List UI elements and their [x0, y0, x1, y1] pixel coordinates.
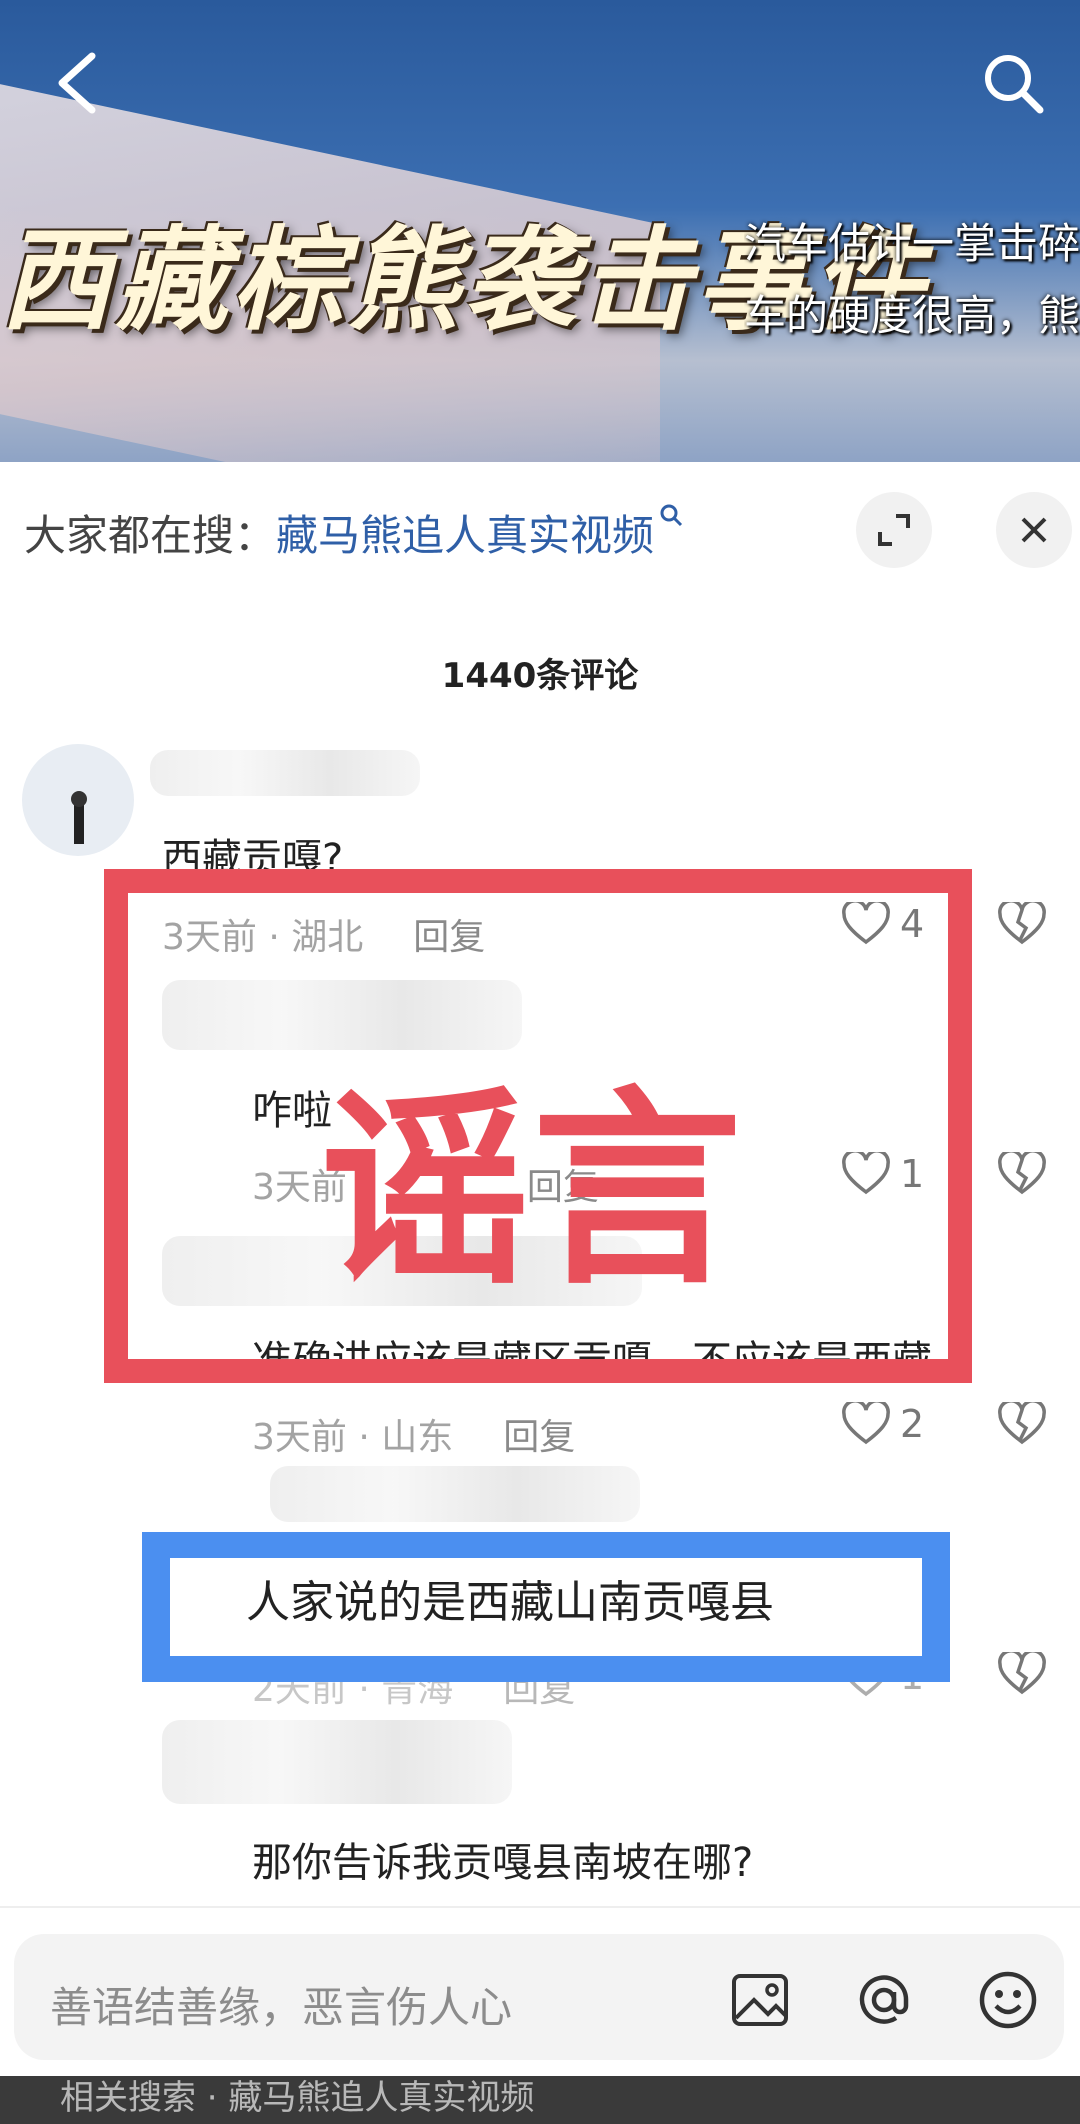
close-icon — [1021, 517, 1047, 543]
dislike-heart-icon[interactable] — [998, 1152, 1046, 1196]
close-button[interactable] — [996, 492, 1072, 568]
hot-search-bar[interactable]: 大家都在搜：藏马熊追人真实视频 — [24, 502, 684, 563]
related-search-strip[interactable]: 相关搜索 · 藏马熊追人真实视频 — [0, 2076, 1080, 2124]
comment-time: 3天前 — [252, 1417, 347, 1458]
small-search-icon — [660, 504, 683, 527]
highlight-box: 人家说的是西藏山南贡嘎县 — [142, 1532, 950, 1682]
search-icon[interactable] — [978, 48, 1050, 120]
comment-text: 那你告诉我贡嘎县南坡在哪? — [252, 1840, 754, 1886]
at-mention-icon[interactable] — [852, 1968, 916, 2032]
video-subtitle-line1: 汽车估计一掌击碎 — [743, 219, 1080, 268]
expand-button[interactable] — [856, 492, 932, 568]
comment-input-bar: 善语结善缘，恶言伤人心 — [0, 1906, 1080, 2078]
like-count: 2 — [900, 1402, 925, 1446]
video-player[interactable]: 西藏棕熊袭击事件 汽车估计一掌击碎 车的硬度很高，熊 — [0, 0, 1080, 462]
comment-meta: 3天前 · 山东 回复 — [252, 1417, 576, 1458]
like-button[interactable]: 2 — [842, 1402, 924, 1446]
emoji-icon[interactable] — [976, 1968, 1040, 2032]
expand-icon — [878, 514, 910, 546]
hot-search-label: 大家都在搜： — [24, 511, 277, 560]
dislike-heart-icon[interactable] — [998, 902, 1046, 946]
reply-button[interactable]: 回复 — [503, 1417, 575, 1458]
related-search-text: 相关搜索 · 藏马熊追人真实视频 — [60, 2078, 535, 2118]
blurred-username — [150, 750, 420, 796]
comment-input[interactable]: 善语结善缘，恶言伤人心 — [14, 1934, 1064, 2060]
comment-count: 1440条评论 — [441, 656, 639, 696]
heart-icon — [842, 1402, 890, 1445]
blurred-username — [270, 1466, 640, 1522]
comment-input-placeholder: 善语结善缘，恶言伤人心 — [50, 1983, 513, 2032]
rumor-stamp: 谣言 — [320, 1068, 745, 1313]
hot-search-keyword[interactable]: 藏马熊追人真实视频 — [276, 511, 654, 560]
avatar[interactable] — [22, 744, 134, 856]
dislike-heart-icon[interactable] — [998, 1402, 1046, 1446]
back-arrow-icon[interactable] — [50, 48, 110, 118]
blurred-username — [162, 1720, 512, 1804]
avatar-image-icon — [71, 791, 87, 844]
image-icon[interactable] — [728, 1968, 792, 2032]
highlighted-comment-text: 人家说的是西藏山南贡嘎县 — [246, 1577, 774, 1628]
comment-region: 山东 — [381, 1417, 454, 1458]
video-subtitle-line2: 车的硬度很高，熊 — [743, 291, 1080, 340]
dislike-heart-icon[interactable] — [998, 1652, 1046, 1696]
